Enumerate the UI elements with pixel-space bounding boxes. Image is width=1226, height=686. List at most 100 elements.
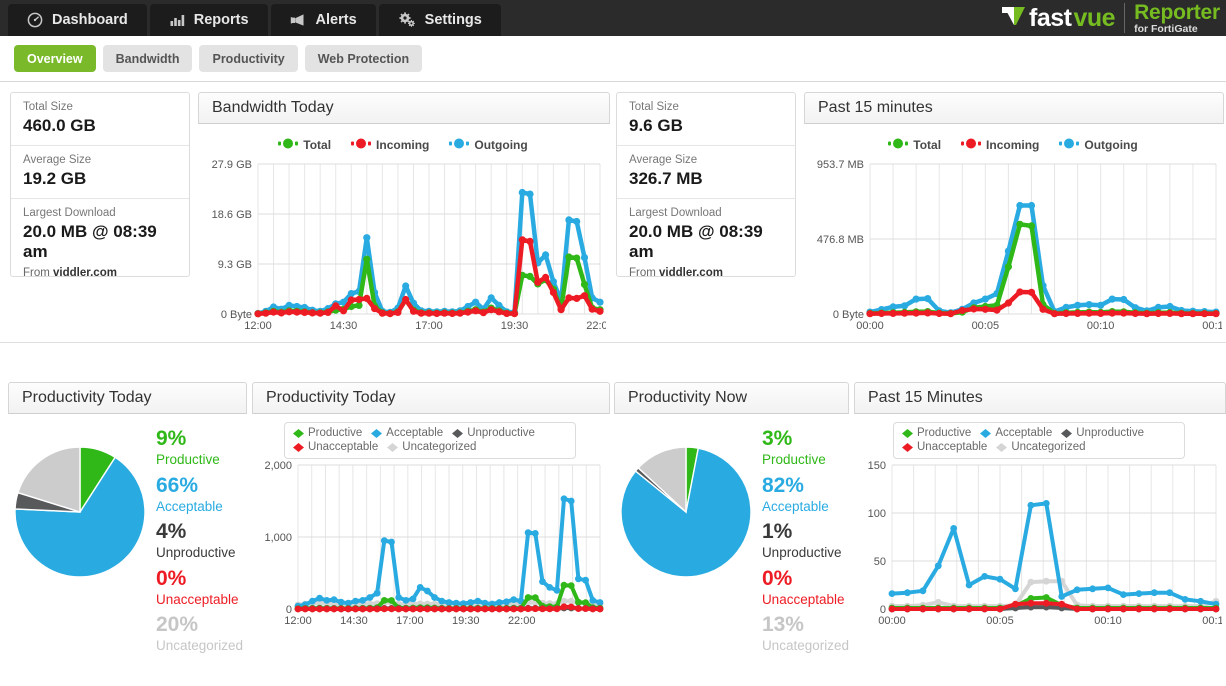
stat-total-size-15-label: Total Size bbox=[629, 101, 783, 113]
stat-average-size-value: 19.2 GB bbox=[23, 169, 177, 189]
plegend-item-productive-1[interactable]: Productive bbox=[293, 427, 362, 439]
productivity-now-pie-legend: 3% Productive 82% Acceptable 1% Unproduc… bbox=[756, 428, 849, 661]
legend-label-outgoing-15: Outgoing bbox=[1084, 138, 1137, 152]
diamond-unproductive-icon bbox=[452, 429, 463, 437]
legend-label-total-15: Total bbox=[913, 138, 941, 152]
pie-today-unacceptable-pct: 0% bbox=[156, 568, 243, 590]
legend-item-incoming[interactable]: Incoming bbox=[351, 138, 429, 152]
stat-largest-download-label: Largest Download bbox=[23, 207, 177, 219]
stat-total-size-15-value: 9.6 GB bbox=[629, 116, 783, 136]
plegend-item-uncategorized-1[interactable]: Uncategorized bbox=[387, 441, 476, 453]
plegend-label-acceptable-2: Acceptable bbox=[995, 427, 1052, 439]
nav-tab-settings[interactable]: Settings bbox=[379, 4, 501, 36]
pie-now-productive-pct: 3% bbox=[762, 428, 849, 450]
plegend-item-unproductive-1[interactable]: Unproductive bbox=[452, 427, 535, 439]
tab-web-protection[interactable]: Web Protection bbox=[305, 45, 422, 72]
legend-marker-incoming-icon bbox=[351, 138, 371, 152]
svg-text:2,000: 2,000 bbox=[264, 460, 292, 472]
fastvue-reporter-logo: fastvue Reporter for FortiGate bbox=[1001, 0, 1220, 36]
bandwidth-today-chart-body: Total Incoming Outgoing 0 Byte9.3 GB18.6… bbox=[198, 124, 610, 345]
bandwidth-section: Total Size 460.0 GB Average Size 19.2 GB… bbox=[0, 82, 1226, 342]
productivity-now-pie-wrap: 3% Productive 82% Acceptable 1% Unproduc… bbox=[614, 414, 849, 661]
legend-item-outgoing-15[interactable]: Outgoing bbox=[1059, 138, 1137, 152]
legend-item-total[interactable]: Total bbox=[278, 138, 331, 152]
plegend-item-unproductive-2[interactable]: Unproductive bbox=[1061, 427, 1144, 439]
svg-text:00:15: 00:15 bbox=[1202, 320, 1222, 332]
pie-today-acceptable-label: Acceptable bbox=[156, 497, 243, 517]
from-domain: viddler.com bbox=[53, 267, 117, 279]
svg-text:9.3 GB: 9.3 GB bbox=[218, 259, 252, 271]
stat-largest-download: Largest Download 20.0 MB @ 08:39 am From… bbox=[11, 199, 189, 288]
stat-average-size: Average Size 19.2 GB bbox=[11, 146, 189, 199]
fastvue-mark-icon bbox=[1001, 4, 1027, 33]
megaphone-icon bbox=[290, 12, 307, 28]
plegend-item-unacceptable-1[interactable]: Unacceptable bbox=[293, 441, 378, 453]
tab-bandwidth[interactable]: Bandwidth bbox=[103, 45, 193, 72]
legend-item-outgoing[interactable]: Outgoing bbox=[449, 138, 527, 152]
svg-text:00:10: 00:10 bbox=[1094, 615, 1122, 627]
productivity-today-pie-legend: 9% Productive 66% Acceptable 4% Unproduc… bbox=[150, 428, 243, 661]
plegend-label-productive-2: Productive bbox=[917, 427, 971, 439]
stat-average-size-15-label: Average Size bbox=[629, 154, 783, 166]
pie-now-unproductive-label: Unproductive bbox=[762, 543, 849, 563]
stat-average-size-15: Average Size 326.7 MB bbox=[617, 146, 795, 199]
past-15-minutes-panel-title: Past 15 minutes bbox=[804, 92, 1224, 124]
stat-largest-download-15-source: From viddler.com bbox=[629, 267, 783, 279]
legend-label-outgoing: Outgoing bbox=[474, 138, 527, 152]
past-15-minutes-panel: Past 15 minutes Total Incoming Outgoing … bbox=[804, 92, 1224, 342]
tab-overview[interactable]: Overview bbox=[14, 45, 96, 72]
pie-now-unacceptable-label: Unacceptable bbox=[762, 590, 849, 610]
past-15-minutes-legend: Total Incoming Outgoing bbox=[808, 134, 1218, 158]
productivity-today-pie-title: Productivity Today bbox=[8, 382, 247, 414]
logo-vue-text: vue bbox=[1073, 4, 1115, 33]
plegend-label-uncategorized-2: Uncategorized bbox=[1011, 441, 1085, 453]
pie-now-unacceptable-pct: 0% bbox=[762, 568, 849, 590]
legend-item-total-15[interactable]: Total bbox=[888, 138, 941, 152]
logo-divider bbox=[1124, 3, 1125, 33]
legend-item-incoming-15[interactable]: Incoming bbox=[961, 138, 1039, 152]
svg-text:476.8 MB: 476.8 MB bbox=[817, 234, 864, 246]
tab-productivity-label: Productivity bbox=[212, 52, 284, 66]
productivity-today-pie-chart bbox=[10, 428, 150, 578]
logo-fast-text: fast bbox=[1029, 4, 1071, 33]
stat-largest-download-15: Largest Download 20.0 MB @ 08:39 am From… bbox=[617, 199, 795, 288]
pie-today-uncategorized-label: Uncategorized bbox=[156, 636, 243, 656]
legend-marker-total-15-icon bbox=[888, 138, 908, 152]
stat-total-size-value: 460.0 GB bbox=[23, 116, 177, 136]
diamond-unacceptable-icon bbox=[293, 443, 304, 451]
productivity-today-legend: Productive Acceptable Unproductive Unacc… bbox=[284, 422, 576, 459]
diamond-unproductive-2-icon bbox=[1061, 429, 1072, 437]
pie-now-productive-label: Productive bbox=[762, 450, 849, 470]
tab-web-protection-label: Web Protection bbox=[318, 52, 409, 66]
plegend-item-uncategorized-2[interactable]: Uncategorized bbox=[996, 441, 1085, 453]
logo-product-block: Reporter for FortiGate bbox=[1134, 2, 1220, 35]
bandwidth-today-panel-title: Bandwidth Today bbox=[198, 92, 610, 124]
past-15-minutes-prod-title: Past 15 Minutes bbox=[854, 382, 1226, 414]
tab-productivity[interactable]: Productivity bbox=[199, 45, 297, 72]
stat-total-size-label: Total Size bbox=[23, 101, 177, 113]
stat-largest-download-15-label: Largest Download bbox=[629, 207, 783, 219]
plegend-item-unacceptable-2[interactable]: Unacceptable bbox=[902, 441, 987, 453]
from-prefix-15: From bbox=[629, 267, 659, 279]
section-divider bbox=[0, 342, 1226, 382]
plegend-item-acceptable-1[interactable]: Acceptable bbox=[371, 427, 443, 439]
svg-text:22:00: 22:00 bbox=[586, 320, 606, 332]
plegend-label-acceptable-1: Acceptable bbox=[386, 427, 443, 439]
productivity-today-pie-wrap: 9% Productive 66% Acceptable 4% Unproduc… bbox=[8, 414, 247, 661]
nav-tab-reports[interactable]: Reports bbox=[150, 4, 268, 36]
fastvue-wordmark: fastvue bbox=[1001, 4, 1115, 33]
plegend-item-productive-2[interactable]: Productive bbox=[902, 427, 971, 439]
stat-total-size-15: Total Size 9.6 GB bbox=[617, 93, 795, 146]
nav-tab-dashboard[interactable]: Dashboard bbox=[8, 4, 147, 36]
legend-label-incoming: Incoming bbox=[376, 138, 429, 152]
plegend-label-unacceptable-1: Unacceptable bbox=[308, 441, 378, 453]
nav-tab-alerts[interactable]: Alerts bbox=[271, 4, 376, 36]
svg-text:12:00: 12:00 bbox=[244, 320, 272, 332]
plegend-item-acceptable-2[interactable]: Acceptable bbox=[980, 427, 1052, 439]
svg-text:18.6 GB: 18.6 GB bbox=[212, 209, 252, 221]
svg-text:14:30: 14:30 bbox=[340, 615, 368, 627]
svg-text:00:05: 00:05 bbox=[986, 615, 1014, 627]
svg-text:100: 100 bbox=[868, 508, 886, 520]
nav-tab-alerts-label: Alerts bbox=[316, 12, 357, 28]
svg-text:22:00: 22:00 bbox=[508, 615, 536, 627]
